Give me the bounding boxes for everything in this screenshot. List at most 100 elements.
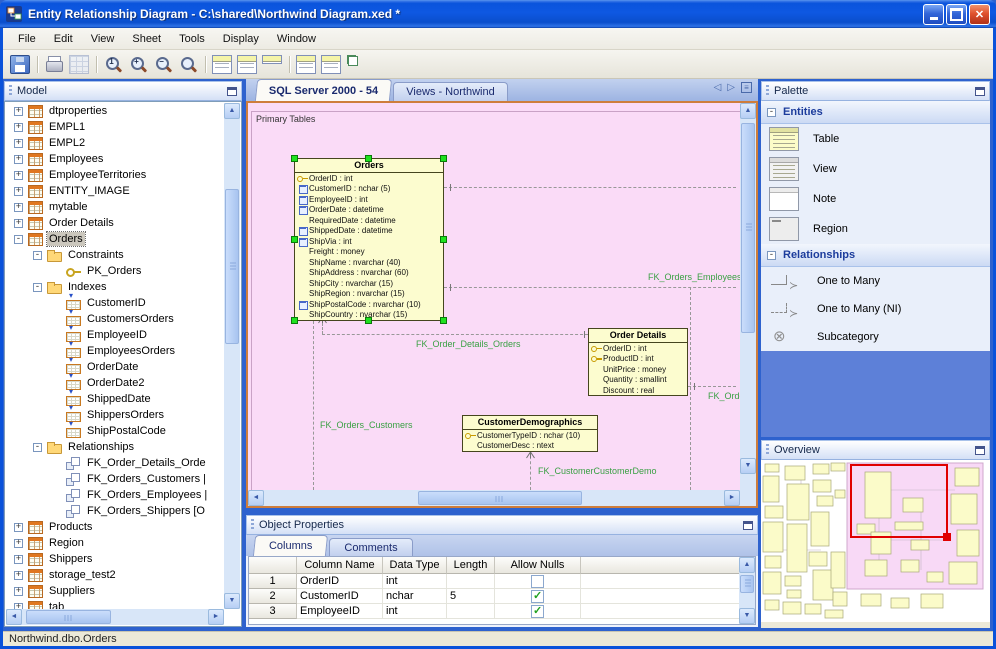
scroll-right-icon[interactable]: ► (724, 490, 740, 506)
relationship-line[interactable] (444, 187, 736, 188)
grid-header-cell[interactable]: Data Type (383, 557, 447, 574)
entity-orders[interactable]: Orders OrderID : int CustomerID: nchar … (291, 155, 447, 324)
grid-header-cell[interactable]: Length (447, 557, 495, 574)
menu-item[interactable]: Display (214, 30, 268, 48)
data-type-cell[interactable]: int (383, 604, 447, 619)
selection-handle[interactable] (440, 155, 447, 162)
scroll-up-icon[interactable]: ▲ (224, 103, 240, 119)
sheet-tab[interactable]: SQL Server 2000 - 54 (254, 79, 393, 101)
tree-item[interactable]: + Products (6, 519, 224, 535)
palette-header[interactable]: Palette (761, 81, 990, 101)
collapse-icon[interactable]: - (767, 250, 776, 260)
tree-expander-icon[interactable]: + (14, 218, 23, 228)
allow-nulls-checkbox[interactable] (531, 574, 544, 588)
allow-nulls-checkbox[interactable] (531, 604, 544, 618)
toolbar-button[interactable] (261, 54, 283, 75)
tree-expander-icon[interactable]: + (14, 106, 23, 116)
properties-tab[interactable]: Comments (329, 538, 413, 556)
tree-item[interactable]: ShippersOrders (6, 403, 224, 423)
scroll-right-icon[interactable]: ► (208, 609, 224, 625)
tree-expander-icon[interactable]: + (14, 154, 23, 164)
tree-expander-icon[interactable]: + (14, 554, 23, 564)
grid-header-cell[interactable]: Column Name (297, 557, 383, 574)
scroll-down-icon[interactable]: ▼ (740, 458, 756, 474)
menu-item[interactable]: View (82, 30, 124, 48)
palette-item[interactable]: Region (761, 214, 990, 244)
tree-item[interactable]: - Constraints (6, 247, 224, 263)
grid-header-cell[interactable]: Allow Nulls (495, 557, 581, 574)
tree-item[interactable]: CustomersOrders (6, 307, 224, 327)
scroll-up-icon[interactable]: ▲ (739, 557, 755, 573)
tree-item[interactable]: FK_Order_Details_Orde (6, 455, 224, 471)
toolbar-button[interactable] (320, 54, 342, 75)
relationship-line[interactable] (444, 287, 736, 288)
tree-item[interactable]: + tab (6, 599, 224, 609)
float-panel-icon[interactable] (975, 86, 985, 96)
diagram-canvas[interactable]: Primary Tables FK_Orders_Employees FK_Or… (248, 103, 740, 490)
tree-item[interactable]: + Employees (6, 151, 224, 167)
palette-item[interactable]: One to Many (761, 267, 990, 295)
tree-expander-icon[interactable]: - (33, 282, 42, 292)
scrollbar-thumb[interactable] (225, 189, 239, 344)
tree-item[interactable]: PK_Orders (6, 263, 224, 279)
selection-handle[interactable] (291, 155, 298, 162)
tree-expander-icon[interactable]: + (14, 186, 23, 196)
tree-item[interactable]: OrderDate (6, 355, 224, 375)
tree-expander-icon[interactable]: - (14, 234, 23, 244)
canvas-vertical-scrollbar[interactable]: ▲ ▼ (740, 103, 756, 490)
tree-item[interactable]: FK_Orders_Shippers [O (6, 503, 224, 519)
tree-item[interactable]: - Relationships (6, 439, 224, 455)
tree-item[interactable]: EmployeesOrders (6, 339, 224, 359)
tree-item[interactable]: + Order Details (6, 215, 224, 231)
menu-item[interactable]: Tools (170, 30, 214, 48)
scroll-left-icon[interactable]: ◄ (248, 490, 264, 506)
tree-expander-icon[interactable]: + (14, 202, 23, 212)
toolbar-button[interactable] (345, 54, 367, 75)
relationships-section-header[interactable]: - Relationships (761, 244, 990, 267)
close-button[interactable]: ✕ (969, 3, 990, 25)
tree-expander-icon[interactable]: + (14, 586, 23, 596)
relationship-line[interactable] (322, 334, 588, 335)
tree-item[interactable]: + Shippers (6, 551, 224, 567)
length-cell[interactable] (447, 574, 495, 589)
toolbar-button[interactable] (205, 54, 233, 75)
scroll-down-icon[interactable]: ▼ (224, 593, 240, 609)
tree-item[interactable]: EmployeeID (6, 323, 224, 343)
column-name-cell[interactable]: OrderID (297, 574, 383, 589)
tree-item[interactable]: OrderDate2 (6, 371, 224, 391)
tree-expander-icon[interactable]: + (14, 538, 23, 548)
properties-tab[interactable]: Columns (252, 535, 329, 556)
maximize-button[interactable] (946, 3, 967, 25)
tree-item[interactable]: + ENTITY_IMAGE (6, 183, 224, 199)
entities-section-header[interactable]: - Entities (761, 101, 990, 124)
column-name-cell[interactable]: CustomerID (297, 589, 383, 604)
tree-expander-icon[interactable]: + (14, 570, 23, 580)
entity-order-details[interactable]: Order Details OrderID : int ProductID: … (588, 328, 688, 396)
data-type-cell[interactable]: nchar (383, 589, 447, 604)
menu-item[interactable]: Sheet (123, 30, 170, 48)
tree-item[interactable]: + EmployeeTerritories (6, 167, 224, 183)
toolbar-button[interactable] (289, 54, 317, 75)
toolbar-button[interactable] (127, 54, 149, 75)
prev-sheet-icon[interactable]: ◁ (714, 82, 722, 93)
relationship-line[interactable] (688, 386, 736, 387)
relationship-line[interactable] (313, 321, 314, 490)
row-number-cell[interactable]: 3 (249, 604, 297, 619)
tree-expander-icon[interactable]: + (14, 170, 23, 180)
column-name-cell[interactable]: EmployeeID (297, 604, 383, 619)
palette-item[interactable]: One to Many (NI) (761, 295, 990, 323)
float-panel-icon[interactable] (975, 445, 985, 455)
scrollbar-thumb[interactable] (740, 575, 754, 593)
palette-item[interactable]: Note (761, 184, 990, 214)
selection-handle[interactable] (440, 235, 447, 243)
data-type-cell[interactable]: int (383, 574, 447, 589)
selection-handle[interactable] (291, 235, 298, 243)
tree-item[interactable]: + storage_test2 (6, 567, 224, 583)
toolbar-button[interactable] (177, 54, 199, 75)
tree-item[interactable]: FK_Orders_Customers | (6, 471, 224, 487)
selection-handle[interactable] (291, 317, 298, 324)
palette-item[interactable]: View (761, 154, 990, 184)
collapse-icon[interactable]: - (767, 107, 776, 117)
selection-handle[interactable] (440, 317, 447, 324)
toolbar-button[interactable] (236, 54, 258, 75)
